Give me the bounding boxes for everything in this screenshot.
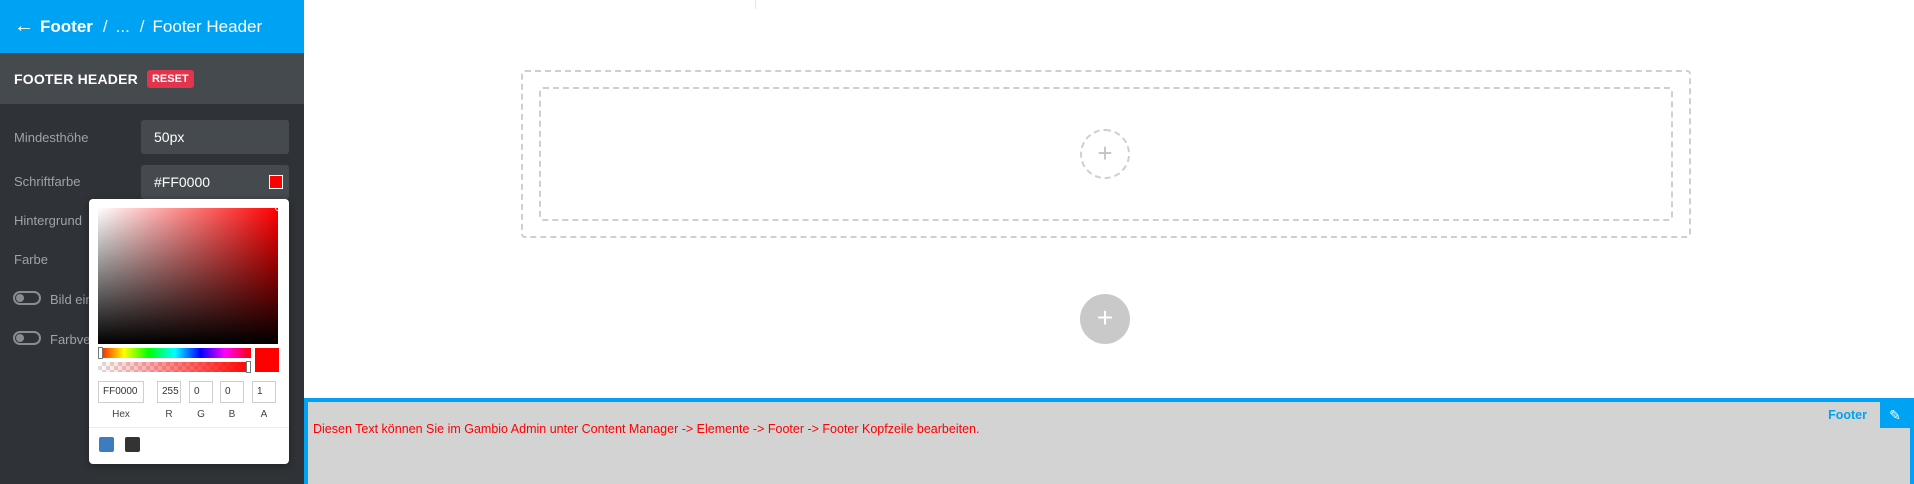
hue-slider-knob[interactable] [98,347,103,359]
plus-icon[interactable]: + [1080,129,1130,179]
font-color-label: Schriftfarbe [14,174,81,189]
add-row-button[interactable]: + [1080,294,1130,344]
breadcrumb: ← Footer / ... / Footer Header [0,0,304,53]
footer-label: Footer [1828,408,1867,422]
hue-slider[interactable] [98,347,251,359]
breadcrumb-ellipsis[interactable]: ... [116,17,130,37]
breadcrumb-separator: / [102,16,108,36]
image-toggle[interactable] [13,291,41,305]
reset-button[interactable]: RESET [146,69,194,88]
arrow-left-icon[interactable]: ← [14,15,34,38]
font-color-input[interactable]: #FF0000 [141,165,289,199]
footer-header-block[interactable]: Diesen Text können Sie im Gambio Admin u… [304,398,1914,484]
breadcrumb-separator: / [139,16,145,36]
section-header: FOOTER HEADER RESET [0,53,304,104]
hex-input[interactable]: FF0000 [98,381,144,403]
divider [755,0,756,9]
hex-label: Hex [112,409,130,420]
color-label: Farbe [14,252,48,267]
breadcrumb-current: Footer Header [152,16,263,36]
green-label: G [197,409,205,420]
alpha-slider[interactable] [98,361,251,373]
breadcrumb-footer-link[interactable]: Footer [40,17,93,37]
alpha-input[interactable]: 1 [252,381,276,403]
preset-color-swatch[interactable] [99,437,114,452]
min-height-input[interactable]: 50px [141,120,289,154]
picker-divider [89,427,289,428]
pencil-icon[interactable]: ✎ [1880,402,1910,428]
saturation-cursor[interactable] [275,205,281,211]
background-label: Hintergrund [14,213,82,228]
section-title: FOOTER HEADER [14,70,138,87]
alpha-slider-knob[interactable] [246,361,251,373]
page-canvas: + + Diesen Text können Sie im Gambio Adm… [304,0,1914,484]
min-height-label: Mindesthöhe [14,130,89,145]
saturation-value-area[interactable] [98,205,281,344]
preset-color-swatch[interactable] [125,437,140,452]
color-picker: FF0000 255 0 0 1 Hex R G B A [89,199,289,464]
red-label: R [165,409,173,420]
blue-input[interactable]: 0 [220,381,244,403]
font-color-value: #FF0000 [154,174,211,190]
blue-label: B [228,409,236,420]
alpha-label: A [260,409,268,420]
green-input[interactable]: 0 [189,381,213,403]
footer-text: Diesen Text können Sie im Gambio Admin u… [313,422,980,436]
gradient-toggle-label: Farbve [50,332,91,347]
red-input[interactable]: 255 [157,381,181,403]
sidebar: ← Footer / ... / Footer Header FOOTER HE… [0,0,304,484]
gradient-toggle[interactable] [13,331,41,345]
font-color-swatch[interactable] [269,175,283,189]
color-preview [255,348,279,372]
image-toggle-label: Bild ein [50,292,93,307]
